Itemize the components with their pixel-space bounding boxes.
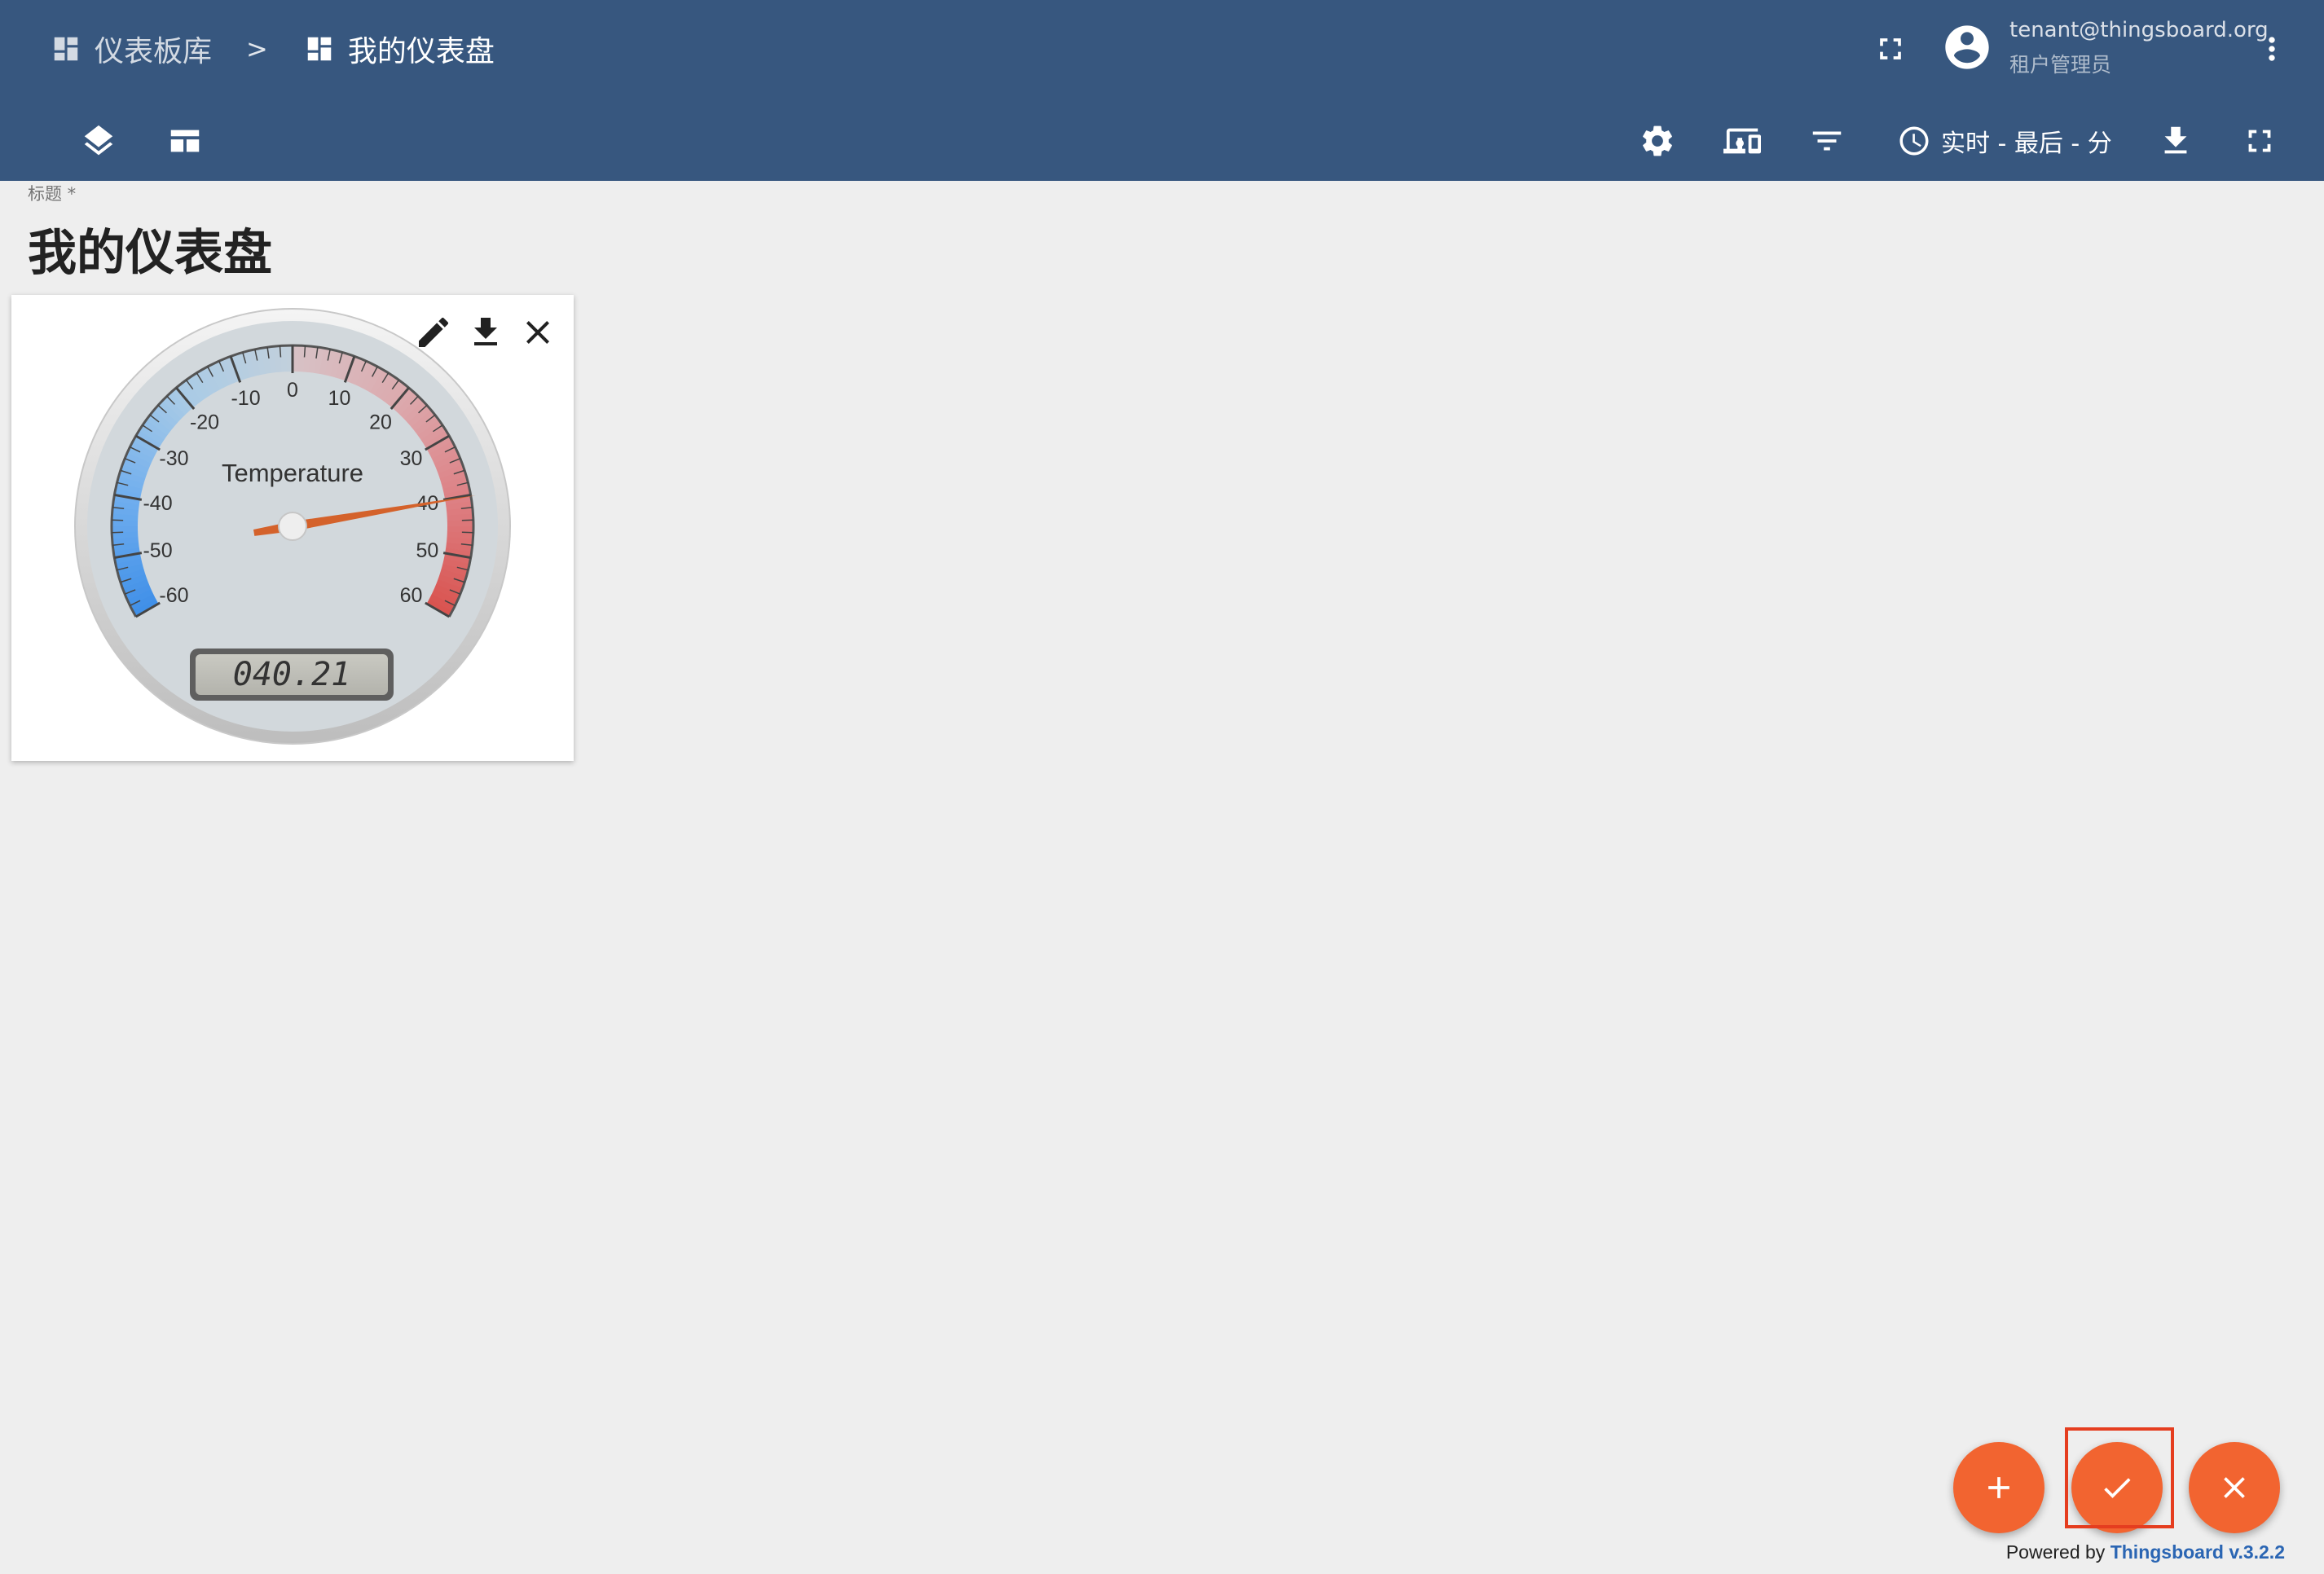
breadcrumb-library-label: 仪表板库 xyxy=(95,35,213,68)
clock-icon xyxy=(1899,126,1929,156)
gauge-tick-label: 0 xyxy=(287,379,298,402)
user-avatar-icon[interactable] xyxy=(1941,21,1993,73)
gauge-tick-label: -20 xyxy=(190,411,219,433)
cancel-edit-button[interactable] xyxy=(2189,1442,2280,1533)
download-icon[interactable] xyxy=(2157,122,2194,160)
gauge-tick-label: 60 xyxy=(400,584,423,607)
edit-icon[interactable] xyxy=(414,313,453,352)
breadcrumb: 仪表板库 > 我的仪表盘 xyxy=(51,24,495,73)
time-window-label: 实时 - 最后 - 分 xyxy=(1941,130,2112,158)
plus-icon xyxy=(1988,1477,2009,1498)
user-email[interactable]: tenant@thingsboard.org xyxy=(2009,18,2269,42)
layouts-icon[interactable] xyxy=(166,122,204,160)
powered-by-prefix: Powered by xyxy=(2005,1541,2106,1563)
breadcrumb-current-label: 我的仪表盘 xyxy=(347,35,495,68)
layers-icon[interactable] xyxy=(80,122,117,160)
time-window-button[interactable]: 实时 - 最后 - 分 xyxy=(1897,122,2112,160)
devices-icon[interactable] xyxy=(1723,122,1761,160)
close-icon xyxy=(2224,1477,2245,1498)
gauge-band-segment xyxy=(447,520,473,527)
gauge-tick-label: -10 xyxy=(231,387,260,410)
temperature-gauge: -60-50-40-30-20-100102030405060 Temperat… xyxy=(74,308,511,745)
add-widget-button[interactable] xyxy=(1953,1442,2045,1533)
gauge-tick-label: 30 xyxy=(400,447,423,470)
fullscreen-icon[interactable] xyxy=(1873,31,1908,67)
more-vert-icon[interactable] xyxy=(2254,31,2290,67)
gauge-widget[interactable]: -60-50-40-30-20-100102030405060 Temperat… xyxy=(11,295,574,761)
remove-widget-icon[interactable] xyxy=(518,313,557,352)
fullscreen-icon[interactable] xyxy=(2241,122,2278,160)
gauge-hub xyxy=(278,512,307,541)
export-widget-icon[interactable] xyxy=(466,313,505,352)
widget-actions xyxy=(401,313,557,352)
user-role: 租户管理员 xyxy=(2009,53,2112,77)
title-field-label: 标题 * xyxy=(28,184,77,204)
powered-by: Powered by Thingsboard v.3.2.2 xyxy=(2006,1541,2285,1563)
gauge-title: Temperature xyxy=(222,459,363,487)
breadcrumb-separator: > xyxy=(246,33,268,64)
filter-icon[interactable] xyxy=(1808,122,1846,160)
gauge-tick-label: -30 xyxy=(159,447,188,470)
gauge-tick-label: -50 xyxy=(143,539,172,562)
settings-icon[interactable] xyxy=(1639,122,1676,160)
apply-button-highlight xyxy=(2065,1427,2174,1528)
gauge-tick-label: -40 xyxy=(143,492,172,515)
thingsboard-link[interactable]: Thingsboard v.3.2.2 xyxy=(2111,1541,2285,1563)
breadcrumb-dashboards-library[interactable]: 仪表板库 xyxy=(51,28,212,70)
dashboard-icon xyxy=(307,37,332,61)
gauge-minor-tick xyxy=(303,345,306,358)
gauge-tick-label: 50 xyxy=(416,539,439,562)
gauge-tick-label: 20 xyxy=(369,411,392,433)
dashboard-title-input[interactable]: 我的仪表盘 xyxy=(28,213,272,284)
dashboard-icon xyxy=(54,37,78,61)
breadcrumb-current: 我的仪表盘 xyxy=(304,28,495,70)
gauge-tick-label: 10 xyxy=(328,387,351,410)
gauge-lcd-value: 040.21 xyxy=(233,656,351,693)
top-toolbar: 仪表板库 > 我的仪表盘 tenant@thingsboard.org 租户管理… xyxy=(0,0,2324,181)
gauge-tick-label: -60 xyxy=(159,584,188,607)
gauge-minor-tick xyxy=(279,345,282,358)
gauge-band-segment xyxy=(112,525,139,533)
